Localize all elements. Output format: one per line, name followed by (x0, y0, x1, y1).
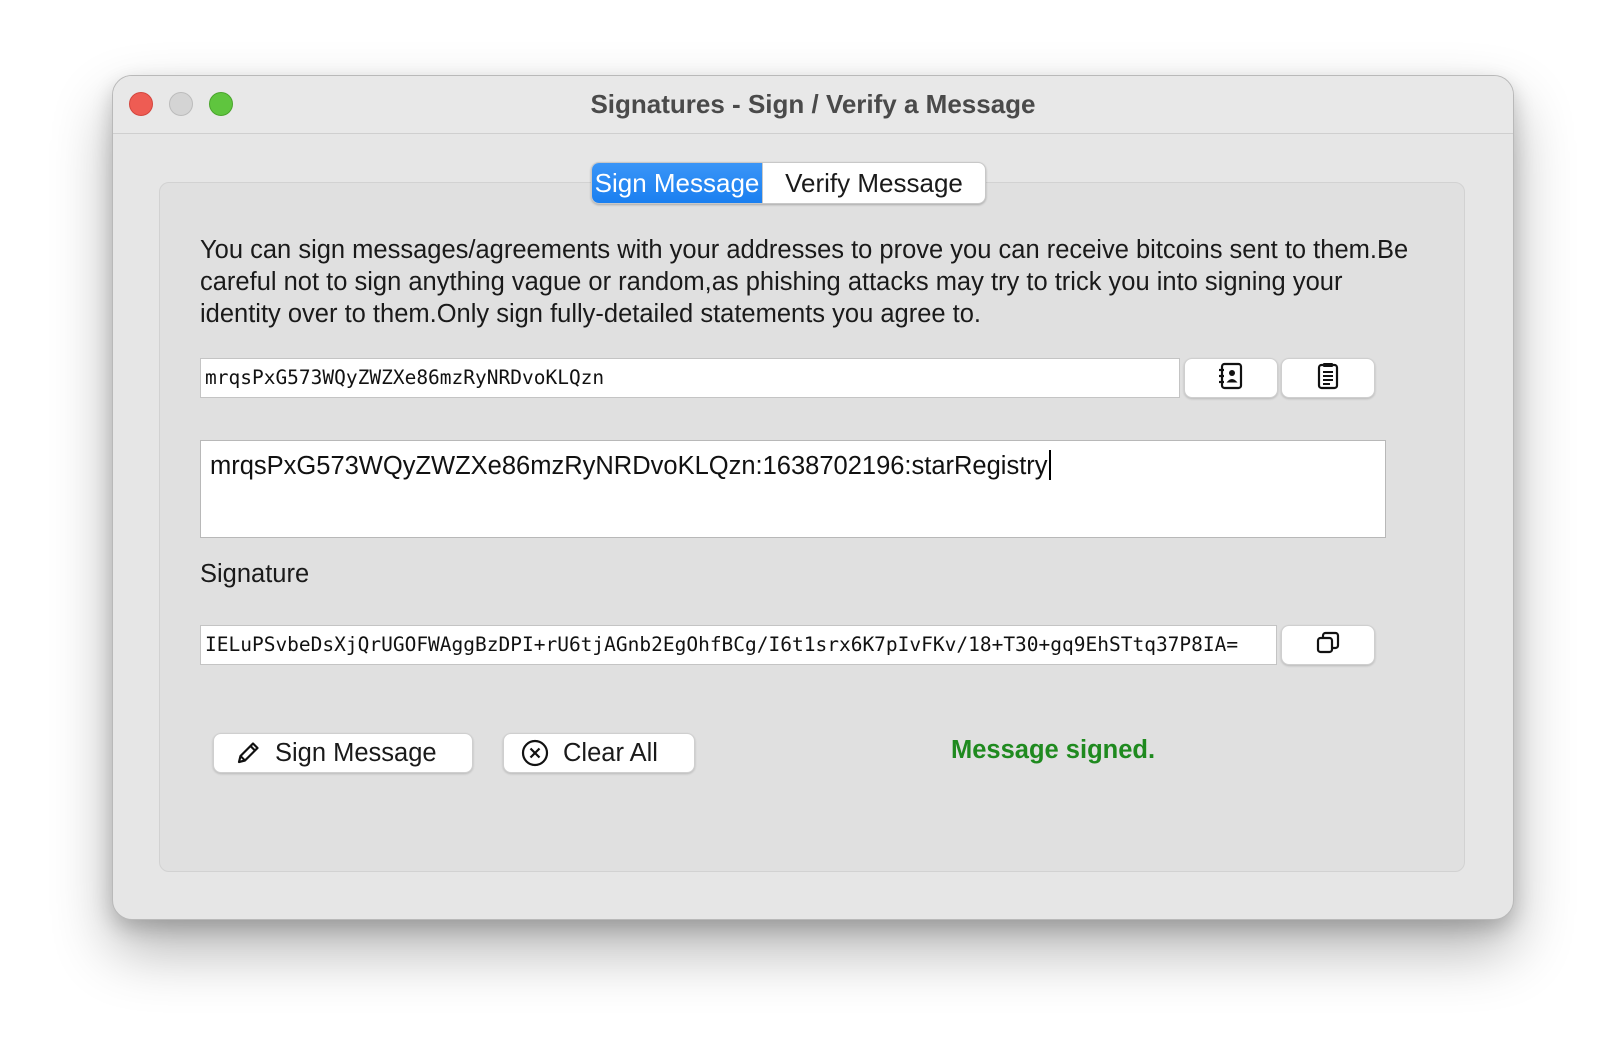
address-book-button[interactable] (1184, 358, 1278, 398)
sign-message-button-label: Sign Message (275, 738, 437, 767)
status-message: Message signed. (951, 736, 1156, 764)
circle-x-icon (520, 738, 550, 768)
clear-all-button[interactable]: Clear All (503, 733, 695, 773)
clear-all-button-label: Clear All (563, 738, 658, 767)
signature-output-field[interactable]: IELuPSvbeDsXjQrUGOFWAggBzDPI+rU6tjAGnb2E… (200, 625, 1277, 665)
copy-icon (1314, 629, 1342, 662)
signature-label: Signature (200, 560, 310, 588)
paste-button[interactable] (1281, 358, 1375, 398)
tab-sign-message[interactable]: Sign Message (592, 163, 762, 203)
address-input[interactable]: mrqsPxG573WQyZWZXe86mzRyNRDvoKLQzn (200, 358, 1180, 398)
address-book-icon (1216, 361, 1246, 396)
tab-bar: Sign Message Verify Message (591, 162, 986, 204)
pencil-icon (234, 739, 262, 767)
signatures-window: Signatures - Sign / Verify a Message Sig… (112, 75, 1514, 920)
sign-message-button[interactable]: Sign Message (213, 733, 473, 773)
copy-signature-button[interactable] (1281, 625, 1375, 665)
clipboard-paste-icon (1313, 361, 1343, 396)
title-bar: Signatures - Sign / Verify a Message (113, 76, 1513, 134)
text-caret (1048, 450, 1051, 480)
tab-verify-message[interactable]: Verify Message (762, 163, 985, 203)
message-text: mrqsPxG573WQyZWZXe86mzRyNRDvoKLQzn:16387… (210, 452, 1048, 480)
message-textarea[interactable]: mrqsPxG573WQyZWZXe86mzRyNRDvoKLQzn:16387… (200, 440, 1386, 538)
window-title: Signatures - Sign / Verify a Message (590, 89, 1036, 119)
sign-description: You can sign messages/agreements with yo… (200, 236, 1409, 328)
